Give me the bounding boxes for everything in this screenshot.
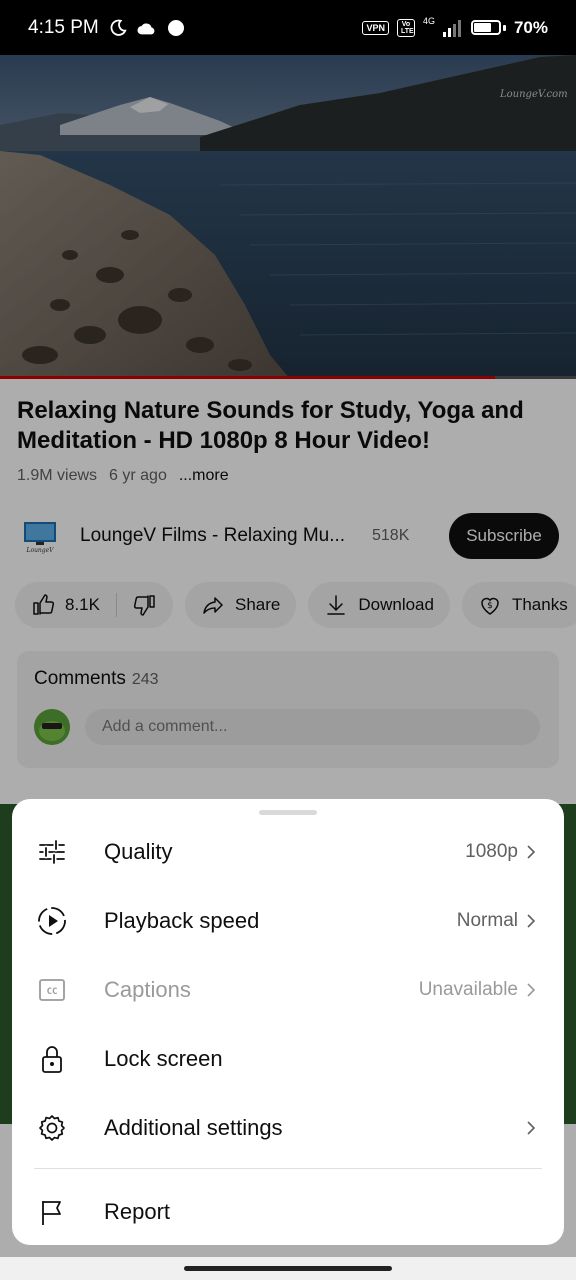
svg-text:CC: CC [47, 987, 58, 997]
menu-label-report: Report [104, 1199, 171, 1224]
menu-label-playback-speed: Playback speed [104, 908, 260, 933]
vpn-badge: VPN [362, 20, 389, 35]
menu-item-captions: CC Captions Unavailable [12, 960, 564, 1020]
volte-badge: Vo LTE [396, 18, 415, 37]
chevron-right-icon [527, 914, 536, 928]
battery-percent: 70% [513, 17, 548, 37]
settings-sheet: Quality 1080p Playback speed Normal CC C… [12, 799, 564, 1245]
chevron-right-icon [527, 1121, 536, 1135]
menu-label-quality: Quality [104, 839, 173, 864]
lock-icon [36, 1043, 68, 1075]
playback-speed-icon [36, 905, 68, 937]
status-time: 4:15 PM [28, 16, 99, 38]
menu-value-additional-settings [526, 1120, 536, 1136]
menu-value-playback-speed: Normal [457, 910, 536, 932]
menu-item-report[interactable]: Report [12, 1182, 564, 1242]
moon-icon [110, 19, 127, 36]
menu-label-captions: Captions [104, 977, 191, 1002]
chevron-right-icon [527, 845, 536, 859]
menu-item-lock-screen[interactable]: Lock screen [12, 1029, 564, 1089]
menu-label-lock-screen: Lock screen [104, 1046, 223, 1071]
dot-icon [167, 19, 184, 36]
battery-icon [470, 20, 506, 35]
menu-item-quality[interactable]: Quality 1080p [12, 822, 564, 882]
network-type: 4G [422, 15, 435, 26]
chevron-right-icon [527, 983, 536, 997]
gesture-handle[interactable] [184, 1266, 392, 1271]
flag-icon [36, 1196, 68, 1228]
menu-label-additional-settings: Additional settings [104, 1115, 283, 1140]
sheet-drag-handle[interactable] [259, 810, 317, 815]
cloud-icon [137, 22, 155, 34]
gear-icon [36, 1112, 68, 1144]
signal-icon [442, 19, 461, 37]
menu-item-additional-settings[interactable]: Additional settings [12, 1098, 564, 1158]
status-bar: 4:15 PM VPN Vo LTE 4G 70% [0, 0, 576, 55]
sliders-icon [36, 836, 68, 868]
menu-value-captions: Unavailable [419, 979, 536, 1001]
menu-item-playback-speed[interactable]: Playback speed Normal [12, 891, 564, 951]
sheet-divider [34, 1168, 542, 1169]
captions-icon: CC [36, 974, 68, 1006]
menu-value-quality: 1080p [465, 841, 536, 863]
